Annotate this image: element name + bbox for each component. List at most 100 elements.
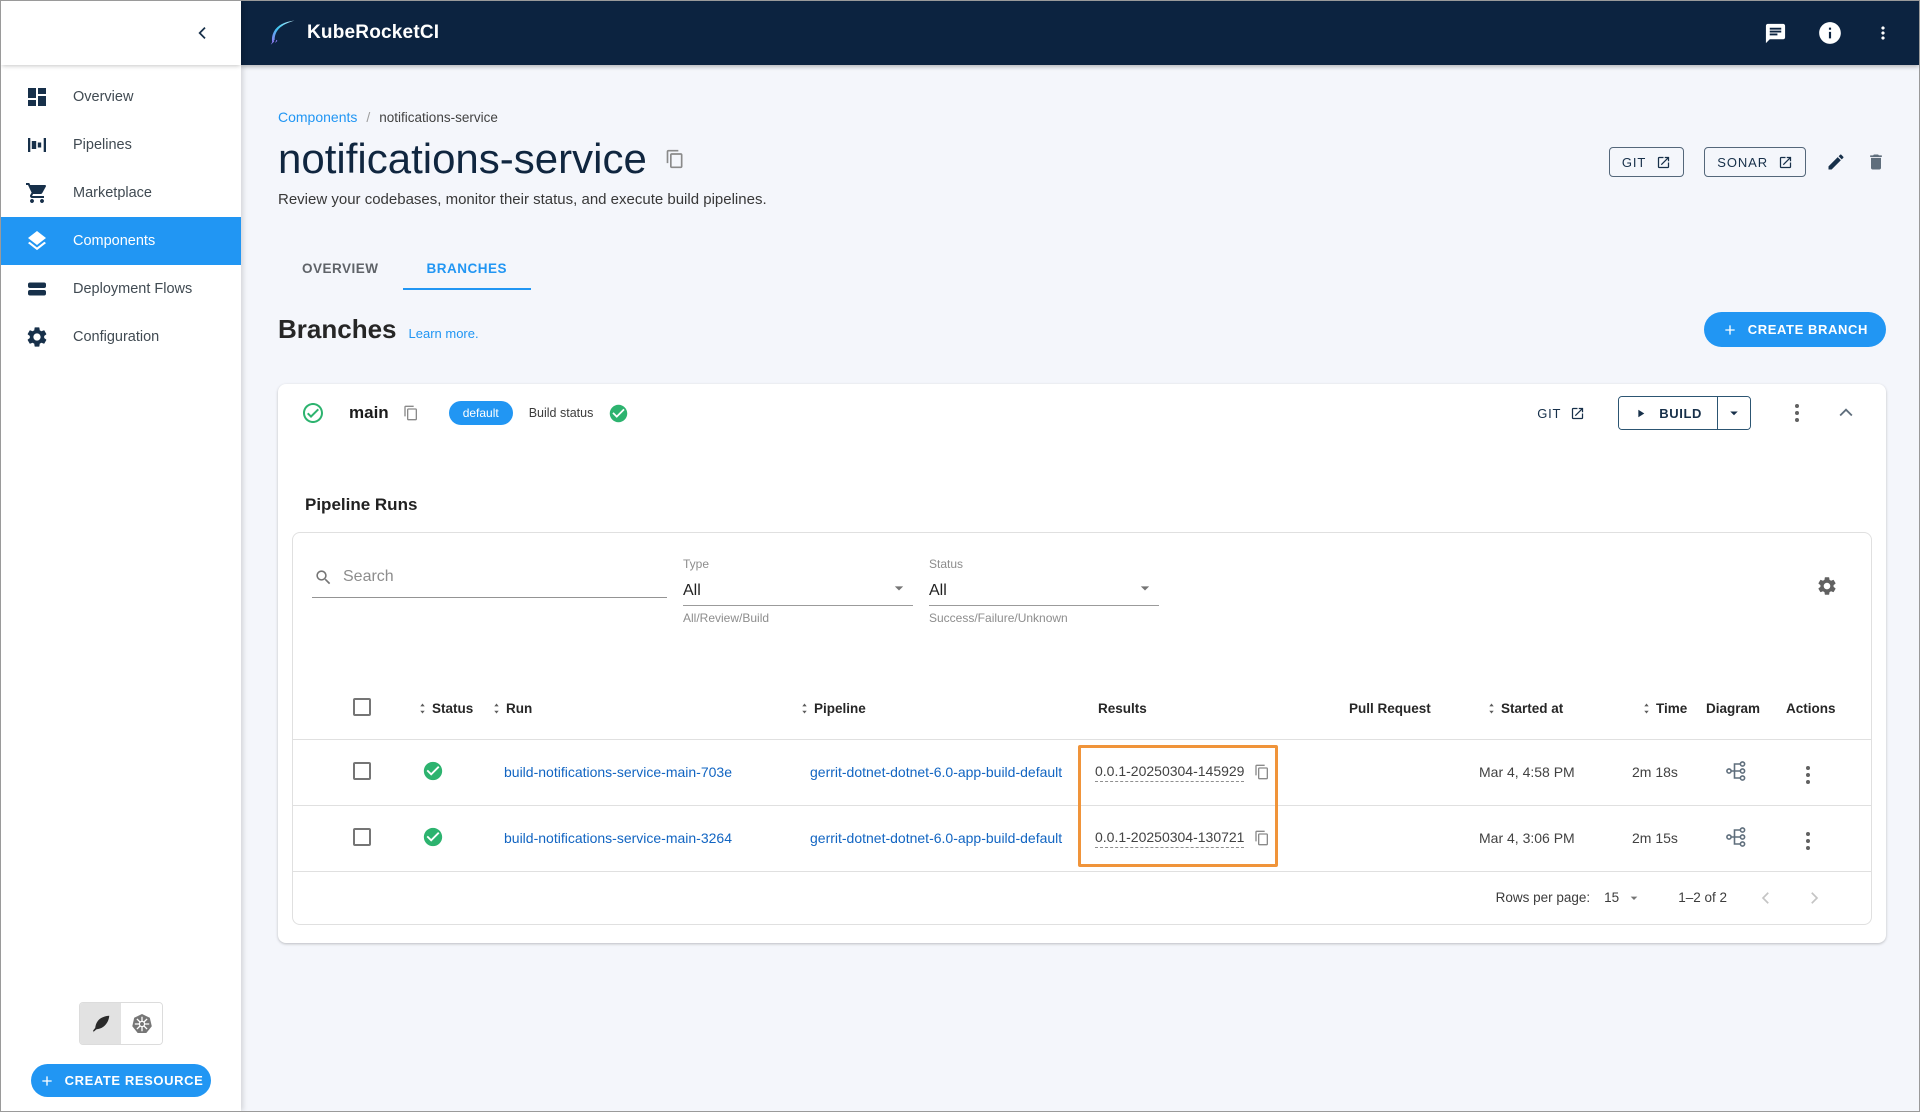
diagram-tree-icon[interactable] [1724, 825, 1748, 849]
sort-icon[interactable] [489, 701, 504, 716]
branch-git-link[interactable]: GIT [1537, 406, 1585, 421]
run-success-icon [422, 826, 444, 848]
table-header-row: Status Run Pipeline Results Pull Request [293, 679, 1871, 740]
sidebar-item-label: Pipelines [73, 137, 132, 153]
breadcrumb-components-link[interactable]: Components [278, 109, 357, 125]
edit-button[interactable] [1826, 152, 1846, 172]
build-button-label: BUILD [1659, 405, 1702, 421]
type-select-label: Type [683, 557, 710, 571]
table-row: build-notifications-service-main-3264 ge… [293, 805, 1871, 872]
copy-icon[interactable] [1254, 830, 1270, 846]
search-input[interactable] [343, 568, 667, 586]
chat-icon[interactable] [1764, 22, 1787, 45]
column-header[interactable]: Pipeline [814, 701, 866, 716]
external-link-icon [1656, 155, 1671, 170]
git-button[interactable]: GIT [1608, 147, 1685, 177]
sidebar-collapse-icon[interactable] [195, 25, 211, 41]
pipeline-runs-heading: Pipeline Runs [305, 495, 418, 514]
feather-view-toggle-button[interactable] [80, 1003, 121, 1044]
status-select-helper: Success/Failure/Unknown [929, 611, 1068, 625]
table-settings-gear-icon[interactable] [1816, 575, 1838, 597]
build-status-label: Build status [528, 406, 594, 420]
git-button-label: GIT [1621, 154, 1647, 170]
column-header[interactable]: Time [1656, 701, 1687, 716]
learn-more-link[interactable]: Learn more. [409, 326, 479, 341]
sort-icon[interactable] [1484, 701, 1499, 716]
sort-icon[interactable] [1639, 701, 1654, 716]
tab-overview[interactable]: OVERVIEW [278, 250, 403, 290]
diagram-tree-icon[interactable] [1724, 759, 1748, 783]
branch-header-row[interactable]: main default Build status GIT BUILD [278, 384, 1886, 442]
create-resource-button[interactable]: CREATE RESOURCE [31, 1064, 211, 1097]
stacked-bars-icon [25, 277, 49, 301]
table-row: build-notifications-service-main-703e ge… [293, 739, 1871, 806]
sidebar-item-label: Components [73, 233, 156, 249]
kubernetes-view-toggle-button[interactable] [121, 1003, 162, 1044]
run-success-icon [422, 760, 444, 782]
result-value[interactable]: 0.0.1-20250304-145929 [1095, 763, 1245, 782]
tabs: OVERVIEW BRANCHES [278, 250, 1886, 290]
build-split-button: BUILD [1618, 396, 1751, 430]
select-all-checkbox[interactable] [353, 698, 371, 717]
sidebar-item-deployment-flows[interactable]: Deployment Flows [1, 265, 241, 313]
info-icon[interactable] [1817, 20, 1843, 46]
brand-feather-logo-icon [267, 18, 297, 48]
run-link[interactable]: build-notifications-service-main-703e [504, 764, 732, 780]
sonar-button-label: SONAR [1717, 154, 1768, 170]
branch-kebab-menu[interactable] [1791, 400, 1803, 426]
row-checkbox[interactable] [353, 827, 371, 846]
collapse-accordion-button[interactable] [1836, 403, 1856, 423]
pull-request-cell [1343, 739, 1473, 806]
started-at-cell: Mar 4, 3:06 PM [1473, 805, 1626, 872]
breadcrumb-separator: / [366, 109, 371, 125]
caret-down-icon [889, 578, 909, 598]
sidebar-item-marketplace[interactable]: Marketplace [1, 169, 241, 217]
copy-icon[interactable] [1254, 764, 1270, 780]
status-select[interactable]: Status All Success/Failure/Unknown [929, 557, 1159, 679]
sidebar-item-configuration[interactable]: Configuration [1, 313, 241, 361]
external-link-icon [1570, 406, 1585, 421]
run-link[interactable]: build-notifications-service-main-3264 [504, 830, 732, 846]
started-at-cell: Mar 4, 4:58 PM [1473, 739, 1626, 806]
result-value[interactable]: 0.0.1-20250304-130721 [1095, 829, 1245, 848]
column-header[interactable]: Status [432, 701, 473, 716]
copy-icon[interactable] [403, 405, 419, 421]
create-branch-button[interactable]: CREATE BRANCH [1703, 312, 1886, 347]
breadcrumb: Components / notifications-service [278, 109, 1886, 125]
row-kebab-menu[interactable] [1802, 828, 1814, 854]
copy-icon[interactable] [665, 149, 685, 169]
next-page-button[interactable] [1805, 889, 1823, 907]
plus-icon [1722, 322, 1738, 338]
previous-page-button[interactable] [1757, 889, 1775, 907]
branch-name: main [349, 403, 389, 422]
pipeline-link[interactable]: gerrit-dotnet-dotnet-6.0-app-build-defau… [810, 764, 1062, 780]
pipelines-icon [25, 133, 49, 157]
pipeline-link[interactable]: gerrit-dotnet-dotnet-6.0-app-build-defau… [810, 830, 1062, 846]
sort-icon[interactable] [797, 701, 812, 716]
delete-button[interactable] [1866, 152, 1886, 172]
sort-icon[interactable] [415, 701, 430, 716]
view-toggle-group [79, 1002, 163, 1045]
sidebar-item-components[interactable]: Components [1, 217, 241, 265]
column-header[interactable]: Run [506, 701, 532, 716]
type-select[interactable]: Type All All/Review/Build [683, 557, 913, 679]
status-select-value: All [929, 582, 947, 599]
sidebar-item-overview[interactable]: Overview [1, 73, 241, 121]
column-header[interactable]: Started at [1501, 701, 1563, 716]
branch-git-label: GIT [1537, 405, 1562, 421]
dashboard-icon [25, 85, 49, 109]
sonar-button[interactable]: SONAR [1704, 147, 1806, 177]
topbar: KubeRocketCI [241, 1, 1919, 65]
sidebar-item-pipelines[interactable]: Pipelines [1, 121, 241, 169]
search-field [312, 557, 667, 679]
build-button[interactable]: BUILD [1619, 397, 1717, 429]
tab-branches[interactable]: BRANCHES [402, 250, 532, 290]
rows-per-page-select[interactable]: 15 [1604, 890, 1642, 906]
build-dropdown-button[interactable] [1717, 397, 1750, 429]
caret-down-icon [1626, 890, 1642, 906]
row-checkbox[interactable] [353, 761, 371, 780]
rows-per-page-label: Rows per page: [1495, 890, 1591, 905]
row-kebab-menu[interactable] [1802, 762, 1814, 788]
kubernetes-icon [130, 1012, 154, 1036]
kebab-menu-icon[interactable] [1873, 23, 1893, 43]
